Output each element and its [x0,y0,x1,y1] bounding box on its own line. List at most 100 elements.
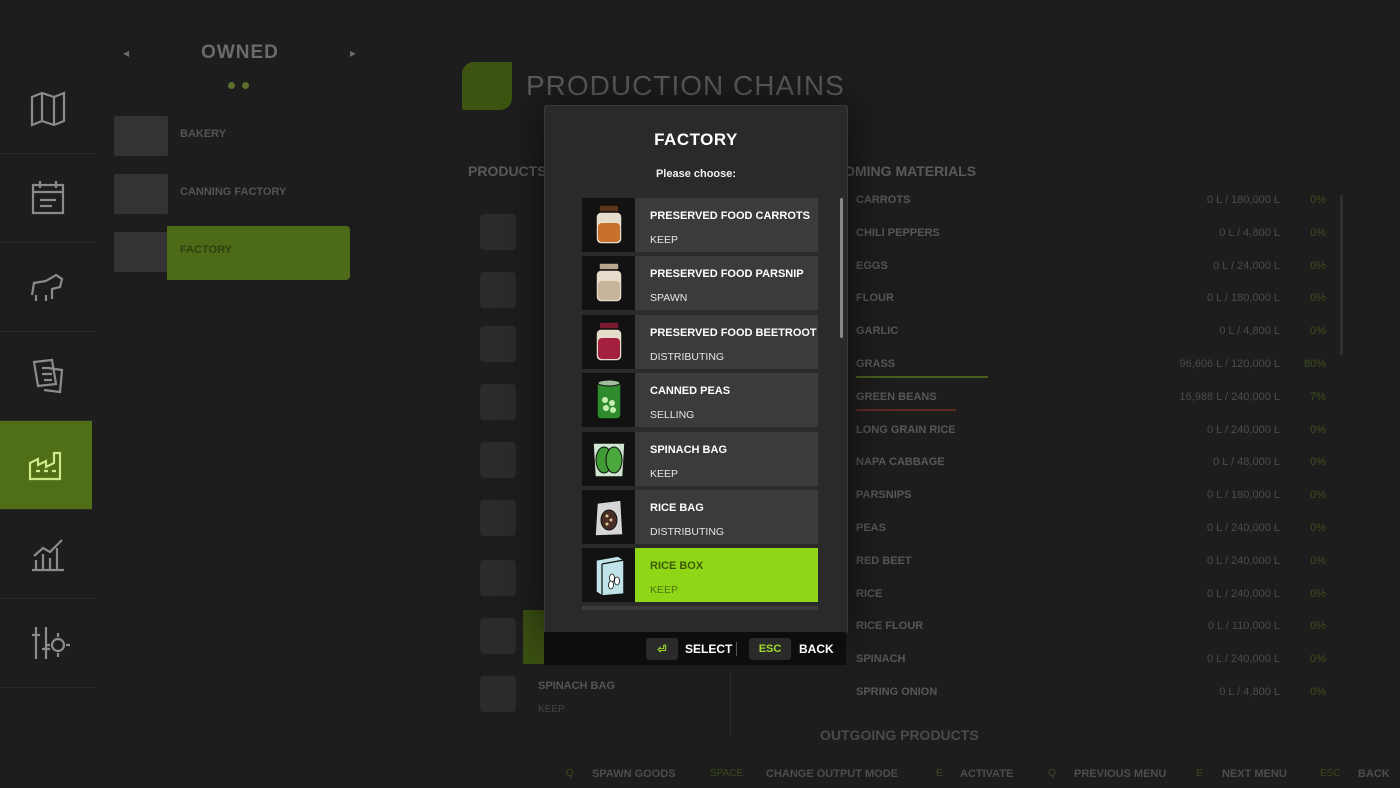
materials-scrollbar[interactable] [1340,195,1343,355]
material-row: RICE FLOUR 0 L / 110,000 L 0% [856,620,1326,640]
hint-label[interactable]: NEXT MENU [1222,768,1287,780]
product-icon [480,384,516,420]
material-percent: 0% [1310,292,1326,305]
material-quantity: 0 L / 24,000 L [1213,259,1280,272]
material-percent: 80% [1303,358,1326,370]
esc-key-icon[interactable]: ESC [749,638,791,660]
option-status: DISTRIBUTING [650,526,725,538]
material-name: LONG GRAIN RICE [856,423,956,436]
material-quantity: 0 L / 180,000 L [1207,292,1280,305]
nav-statistics[interactable] [0,510,95,599]
material-name: CARROTS [856,194,911,206]
material-row: PEAS 0 L / 240,000 L 0% [856,522,1326,542]
hint-label[interactable]: SPAWN GOODS [592,768,676,780]
owned-page-dots [228,76,256,94]
material-name: EGGS [856,259,888,272]
owned-item-bakery[interactable]: BAKERY [110,110,356,164]
product-row[interactable] [476,676,536,716]
product-icon [480,442,516,478]
material-row: EGGS 0 L / 24,000 L 0% [856,260,1326,280]
product-icon [480,272,516,308]
material-quantity: 0 L / 240,000 L [1207,423,1280,436]
material-name: RED BEET [856,554,912,567]
material-quantity: 0 L / 180,000 L [1207,194,1280,206]
material-percent: 0% [1310,226,1326,239]
material-percent: 0% [1310,489,1326,502]
product-option-list: PRESERVED FOOD CARROTS KEEP PRESERVED FOO… [582,198,820,610]
option-name: PRESERVED FOOD CARROTS [650,210,810,222]
nav-map[interactable] [0,65,95,154]
nav-settings[interactable] [0,599,95,688]
hint-label[interactable]: ACTIVATE [960,768,1013,780]
next-option-peek [582,606,818,610]
product-row[interactable] [476,500,536,540]
material-quantity: 0 L / 240,000 L [1207,587,1280,600]
material-percent: 0% [1310,325,1326,338]
material-name: CHILI PEPPERS [856,226,940,239]
settings-icon [31,627,70,659]
option-status: SPAWN [650,292,688,304]
material-quantity: 0 L / 110,000 L [1207,620,1280,633]
owned-item-factory[interactable]: FACTORY [110,226,356,280]
production-chains-icon [462,62,512,110]
option-preserved-food-beetroot[interactable]: PRESERVED FOOD BEETROOT DISTRIBUTING [582,315,818,369]
hint-label[interactable]: BACK [1358,768,1390,780]
bakery-thumbnail [114,116,168,156]
material-percent: 0% [1310,554,1326,567]
product-row[interactable] [476,214,536,254]
hint-key-icon: Q [566,768,574,779]
material-quantity: 0 L / 240,000 L [1207,522,1280,534]
material-row: GRASS 96,606 L / 120,000 L 80% [856,358,1326,378]
page-title: PRODUCTION CHAINS [526,70,845,101]
grass-fill-bar [856,376,988,378]
nav-calendar[interactable] [0,154,95,243]
option-name: RICE BAG [650,502,704,514]
material-row: GARLIC 0 L / 4,800 L 0% [856,325,1326,345]
nav-animals[interactable] [0,243,95,332]
option-rice-bag[interactable]: RICE BAG DISTRIBUTING [582,490,818,544]
products-header: PRODUCTS [468,163,547,179]
option-name: CANNED PEAS [650,385,731,397]
owned-item-canning-factory[interactable]: CANNING FACTORY [110,168,356,222]
nav-contracts[interactable] [0,332,95,421]
material-row: RICE 0 L / 240,000 L 0% [856,588,1326,608]
option-spinach-bag[interactable]: SPINACH BAG KEEP [582,432,818,486]
hint-key-icon: E [1196,768,1203,779]
material-quantity: 0 L / 4,800 L [1219,325,1280,338]
owned-next-arrow[interactable]: ▸ [350,46,356,60]
select-button[interactable]: SELECT [685,642,732,656]
option-status: DISTRIBUTING [650,351,725,363]
map-icon [30,91,65,127]
material-row: PARSNIPS 0 L / 180,000 L 0% [856,489,1326,509]
product-row[interactable] [476,560,536,600]
product-row[interactable] [476,272,536,312]
hint-label[interactable]: PREVIOUS MENU [1074,768,1166,780]
option-preserved-food-parsnip[interactable]: PRESERVED FOOD PARSNIP SPAWN [582,256,818,310]
rice-bag-icon [593,499,624,537]
product-row[interactable] [476,384,536,424]
nav-production[interactable] [0,421,92,510]
material-row: CARROTS 0 L / 180,000 L 0% [856,194,1326,214]
product-row[interactable] [476,442,536,482]
hint-label[interactable]: CHANGE OUTPUT MODE [766,768,898,780]
back-button[interactable]: BACK [799,642,834,656]
product-row[interactable] [476,326,536,366]
dialog-scrollbar[interactable] [840,198,843,338]
option-preserved-food-carrots[interactable]: PRESERVED FOOD CARROTS KEEP [582,198,818,252]
hint-key-icon: SPACE [710,768,744,779]
option-status: KEEP [650,234,679,246]
enter-key-icon[interactable]: ⏎ [646,638,678,660]
factory-thumbnail [114,232,168,272]
owned-header: OWNED [201,42,279,63]
material-quantity: 0 L / 240,000 L [1207,653,1280,666]
product-selection-edge [523,610,545,664]
product-icon [480,214,516,250]
option-rice-box[interactable]: RICE BOX KEEP [582,548,818,602]
material-name: NAPA CABBAGE [856,456,945,469]
material-row: SPRING ONION 0 L / 4,800 L 0% [856,686,1326,706]
hint-key-icon: ESC [1320,768,1341,779]
factory-dialog: FACTORY Please choose: PRESERVED FOOD CA… [544,105,848,634]
material-row: LONG GRAIN RICE 0 L / 240,000 L 0% [856,424,1326,444]
calendar-icon [31,181,64,215]
option-canned-peas[interactable]: CANNED PEAS SELLING [582,373,818,427]
